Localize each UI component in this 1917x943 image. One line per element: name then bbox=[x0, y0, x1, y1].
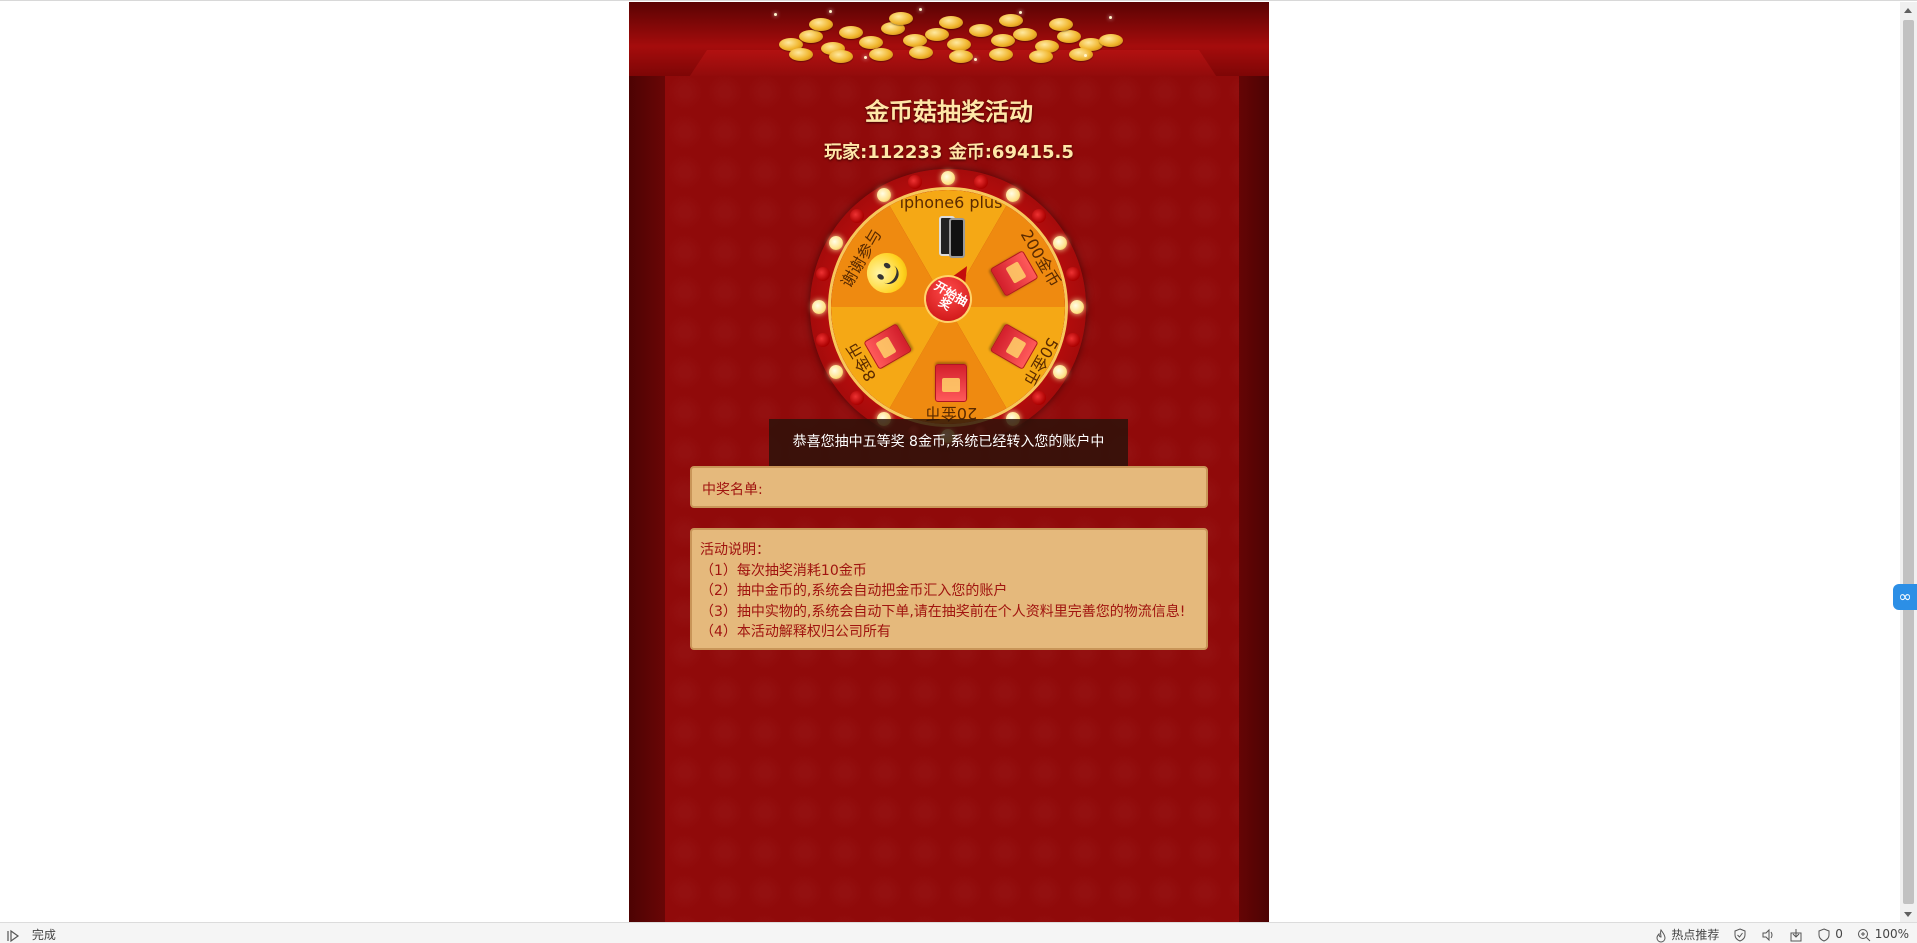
scrollbar-thumb[interactable] bbox=[1903, 20, 1914, 904]
flame-icon bbox=[1656, 928, 1666, 942]
gold-coin-icon bbox=[789, 48, 813, 61]
sparkle-icon bbox=[974, 58, 977, 61]
sparkle-icon bbox=[774, 13, 777, 16]
prize-wheel: iphone6 plus 200金币 50金币 20金币 8金币 谢谢参与 开始抽奖 bbox=[810, 169, 1086, 445]
gold-coin-icon bbox=[903, 34, 927, 47]
gold-coin-icon bbox=[799, 30, 823, 43]
rule-item: （2）抽中金币的,系统会自动把金币汇入您的账户 bbox=[700, 583, 1008, 599]
adblock-icon bbox=[1818, 928, 1830, 942]
rim-light bbox=[1065, 333, 1080, 348]
player-label: 玩家: bbox=[824, 142, 868, 163]
gold-coin-icon bbox=[909, 46, 933, 59]
gold-coin-icon bbox=[1069, 48, 1093, 61]
rim-light bbox=[907, 175, 922, 190]
gold-coin-icon bbox=[889, 12, 913, 25]
adblock-counter[interactable]: 0 bbox=[1817, 927, 1843, 942]
gold-coins-decoration bbox=[769, 8, 1129, 64]
scroll-up-arrow-icon[interactable] bbox=[1904, 8, 1912, 13]
hot-recommend-label: 热点推荐 bbox=[1671, 928, 1720, 942]
sparkle-icon bbox=[1109, 16, 1112, 19]
gold-coin-icon bbox=[949, 50, 973, 63]
sparkle-icon bbox=[864, 56, 867, 59]
shield-icon[interactable] bbox=[1733, 927, 1747, 942]
header-banner bbox=[629, 2, 1269, 76]
rim-light bbox=[812, 300, 826, 314]
sparkle-icon bbox=[1084, 54, 1087, 57]
play-icon[interactable] bbox=[6, 929, 20, 943]
rules-box: 活动说明： （1）每次抽奖消耗10金币 （2）抽中金币的,系统会自动把金币汇入您… bbox=[690, 528, 1208, 650]
gold-coin-icon bbox=[1029, 50, 1053, 63]
hot-recommend-button[interactable]: 热点推荐 bbox=[1654, 926, 1720, 943]
rule-item: （1）每次抽奖消耗10金币 bbox=[700, 562, 867, 579]
status-text: 完成 bbox=[31, 928, 56, 942]
red-envelope-icon bbox=[931, 362, 971, 406]
rules-heading: 活动说明： bbox=[700, 542, 770, 558]
player-id: 112233 bbox=[867, 142, 943, 163]
rim-light bbox=[974, 175, 989, 190]
segment-label: iphone6 plus bbox=[899, 193, 1003, 212]
scroll-down-arrow-icon[interactable] bbox=[1904, 912, 1912, 917]
gold-coin-icon bbox=[939, 16, 963, 29]
rule-item: （3）抽中实物的,系统会自动下单,请在抽奖前在个人资料里完善您的物流信息! bbox=[700, 603, 1186, 620]
coins-label: 金币: bbox=[948, 142, 992, 163]
zoom-control[interactable]: 100% bbox=[1857, 927, 1909, 942]
winners-list: 中奖名单: bbox=[690, 466, 1208, 508]
page-title: 金币菇抽奖活动 bbox=[865, 98, 1033, 126]
gold-coin-icon bbox=[869, 48, 893, 61]
vertical-scrollbar[interactable] bbox=[1900, 2, 1917, 923]
gold-coin-icon bbox=[991, 34, 1015, 47]
adblock-count: 0 bbox=[1835, 927, 1843, 942]
rim-light bbox=[1070, 300, 1084, 314]
gold-coin-icon bbox=[925, 28, 949, 41]
gold-coin-icon bbox=[1099, 34, 1123, 47]
left-pillar bbox=[629, 72, 667, 923]
rim-light bbox=[816, 333, 831, 348]
result-message: 恭喜您抽中五等奖 8金币,系统已经转入您的账户中 bbox=[792, 434, 1105, 450]
zoom-level: 100% bbox=[1874, 927, 1909, 942]
gold-coin-icon bbox=[1049, 18, 1073, 31]
gold-coin-icon bbox=[829, 50, 853, 63]
sparkle-icon bbox=[1019, 11, 1022, 14]
rim-light bbox=[816, 266, 831, 281]
gold-coin-icon bbox=[839, 26, 863, 39]
sparkle-icon bbox=[919, 8, 922, 11]
browser-viewport: 金币菇抽奖活动 玩家:112233 金币:69415.5 iphone6 plu… bbox=[0, 0, 1917, 923]
speaker-icon[interactable] bbox=[1761, 928, 1775, 942]
winners-label: 中奖名单: bbox=[702, 482, 763, 498]
zoom-in-icon bbox=[1857, 928, 1871, 942]
browser-status-bar: 完成 热点推荐 0 100% bbox=[0, 922, 1917, 943]
gold-coin-icon bbox=[1057, 30, 1081, 43]
rim-light bbox=[941, 171, 955, 185]
download-icon[interactable] bbox=[1789, 928, 1803, 942]
rim-light bbox=[1065, 266, 1080, 281]
gold-coin-icon bbox=[989, 48, 1013, 61]
sparkle-icon bbox=[829, 10, 832, 13]
gold-coin-icon bbox=[809, 18, 833, 31]
gold-coin-icon bbox=[1013, 28, 1037, 41]
coins-value: 69415.5 bbox=[991, 142, 1074, 163]
share-link-icon[interactable]: ∞ bbox=[1893, 584, 1917, 610]
player-info: 玩家:112233 金币:69415.5 bbox=[629, 138, 1269, 164]
gold-coin-icon bbox=[969, 24, 993, 37]
gold-coin-icon bbox=[999, 14, 1023, 27]
phone-icon bbox=[931, 214, 971, 258]
rule-item: （4）本活动解释权归公司所有 bbox=[700, 624, 891, 640]
